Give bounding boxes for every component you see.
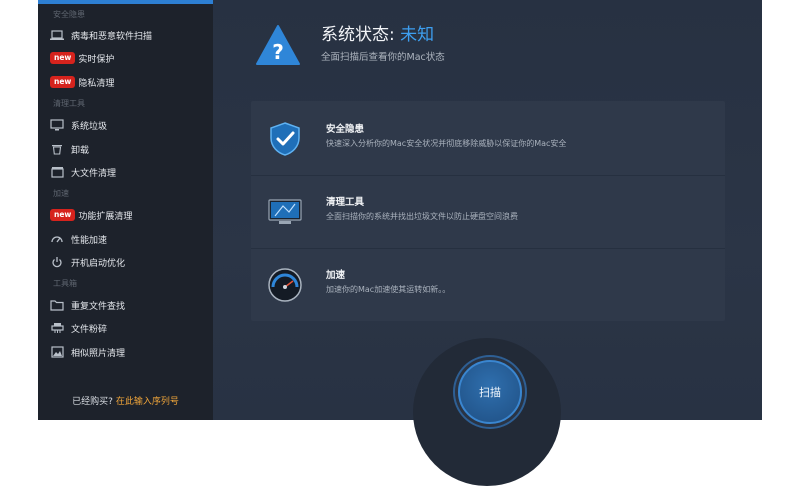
monitor-clean-icon (267, 194, 303, 230)
status-label: 系统状态: (321, 25, 395, 45)
box-icon (50, 166, 64, 178)
status-value: 未知 (400, 25, 435, 45)
feature-description: 快速深入分析你的Mac安全状况并彻底移除威胁以保证你的Mac安全 (326, 139, 567, 148)
new-badge: new (50, 209, 76, 221)
sidebar-item-similar-photos[interactable]: 相似照片清理 (50, 343, 125, 361)
sidebar-item-label: 卸载 (71, 145, 90, 156)
trash-icon (50, 143, 64, 155)
sidebar-item-label: 大文件清理 (71, 168, 117, 179)
section-title-toolbox: 工具箱 (53, 279, 77, 288)
feature-description: 加速你的Mac加速使其运转如新。。 (326, 285, 451, 294)
new-badge: new (50, 76, 76, 88)
sidebar-item-label: 性能加速 (71, 235, 108, 246)
speedometer-icon (267, 267, 303, 303)
section-title-security: 安全隐患 (53, 10, 85, 19)
photo-icon (50, 346, 64, 358)
purchase-prompt: 已经购买? 在此输入序列号 (38, 394, 213, 407)
warning-icon: ? (255, 24, 301, 66)
section-title-cleanup: 清理工具 (53, 99, 85, 108)
sidebar-item-duplicates[interactable]: 重复文件查找 (50, 296, 125, 314)
sidebar-item-label: 重复文件查找 (71, 301, 126, 312)
sidebar-item-realtime-protection[interactable]: new 实时保护 (50, 49, 114, 67)
feature-title: 安全隐患 (326, 124, 365, 135)
feature-title: 加速 (326, 270, 346, 281)
sidebar-item-system-junk[interactable]: 系统垃圾 (50, 116, 107, 134)
sidebar-item-label: 隐私清理 (78, 78, 115, 89)
sidebar: 安全隐患 病毒和恶意软件扫描 new 实时保护 new 隐私清理 清理工具 系统… (38, 0, 213, 420)
sidebar-item-label: 文件粉碎 (71, 324, 108, 335)
sidebar-top-highlight (38, 0, 213, 4)
speed-icon (50, 233, 64, 245)
sidebar-item-shredder[interactable]: 文件粉碎 (50, 319, 107, 337)
shredder-icon (50, 322, 64, 334)
sidebar-item-performance[interactable]: 性能加速 (50, 230, 107, 248)
system-status-title: 系统状态: 未知 (321, 20, 434, 45)
scan-button[interactable]: 扫描 (458, 360, 522, 424)
main-content: ? 系统状态: 未知 全面扫描后查看你的Mac状态 安全隐患 快速深入分析你的M… (213, 0, 762, 486)
sidebar-item-virus-scan[interactable]: 病毒和恶意软件扫描 (50, 26, 152, 44)
folder-icon (50, 299, 64, 311)
sidebar-item-label: 病毒和恶意软件扫描 (71, 31, 153, 42)
enter-serial-link[interactable]: 在此输入序列号 (116, 397, 179, 407)
scan-button-label: 扫描 (479, 386, 501, 399)
feature-title: 清理工具 (326, 197, 365, 208)
sidebar-item-label: 相似照片清理 (71, 348, 126, 359)
power-icon (50, 256, 64, 268)
shield-check-icon (267, 121, 303, 157)
new-badge: new (50, 52, 76, 64)
sidebar-item-startup[interactable]: 开机启动优化 (50, 253, 125, 271)
feature-description: 全面扫描你的系统并找出垃圾文件以防止硬盘空间浪费 (326, 212, 518, 221)
purchase-prompt-text: 已经购买? (72, 397, 113, 407)
sidebar-item-uninstall[interactable]: 卸载 (50, 140, 89, 158)
feature-row-speedup: 加速 加速你的Mac加速使其运转如新。。 (251, 248, 725, 321)
feature-row-cleanup: 清理工具 全面扫描你的系统并找出垃圾文件以防止硬盘空间浪费 (251, 175, 725, 248)
sidebar-item-large-files[interactable]: 大文件清理 (50, 163, 116, 181)
sidebar-item-label: 实时保护 (78, 54, 115, 65)
status-subtitle: 全面扫描后查看你的Mac状态 (321, 52, 445, 63)
sidebar-item-label: 系统垃圾 (71, 121, 108, 132)
svg-text:?: ? (272, 40, 284, 64)
feature-row-security: 安全隐患 快速深入分析你的Mac安全状况并彻底移除威胁以保证你的Mac安全 (251, 103, 725, 175)
feature-panel: 安全隐患 快速深入分析你的Mac安全状况并彻底移除威胁以保证你的Mac安全 清理… (251, 101, 725, 321)
sidebar-item-label: 功能扩展清理 (78, 211, 133, 222)
sidebar-item-extensions[interactable]: new 功能扩展清理 (50, 206, 132, 224)
section-title-speed: 加速 (53, 189, 69, 198)
sidebar-item-privacy-clean[interactable]: new 隐私清理 (50, 73, 114, 91)
laptop-scan-icon (50, 29, 64, 41)
monitor-icon (50, 119, 64, 131)
sidebar-item-label: 开机启动优化 (71, 258, 126, 269)
